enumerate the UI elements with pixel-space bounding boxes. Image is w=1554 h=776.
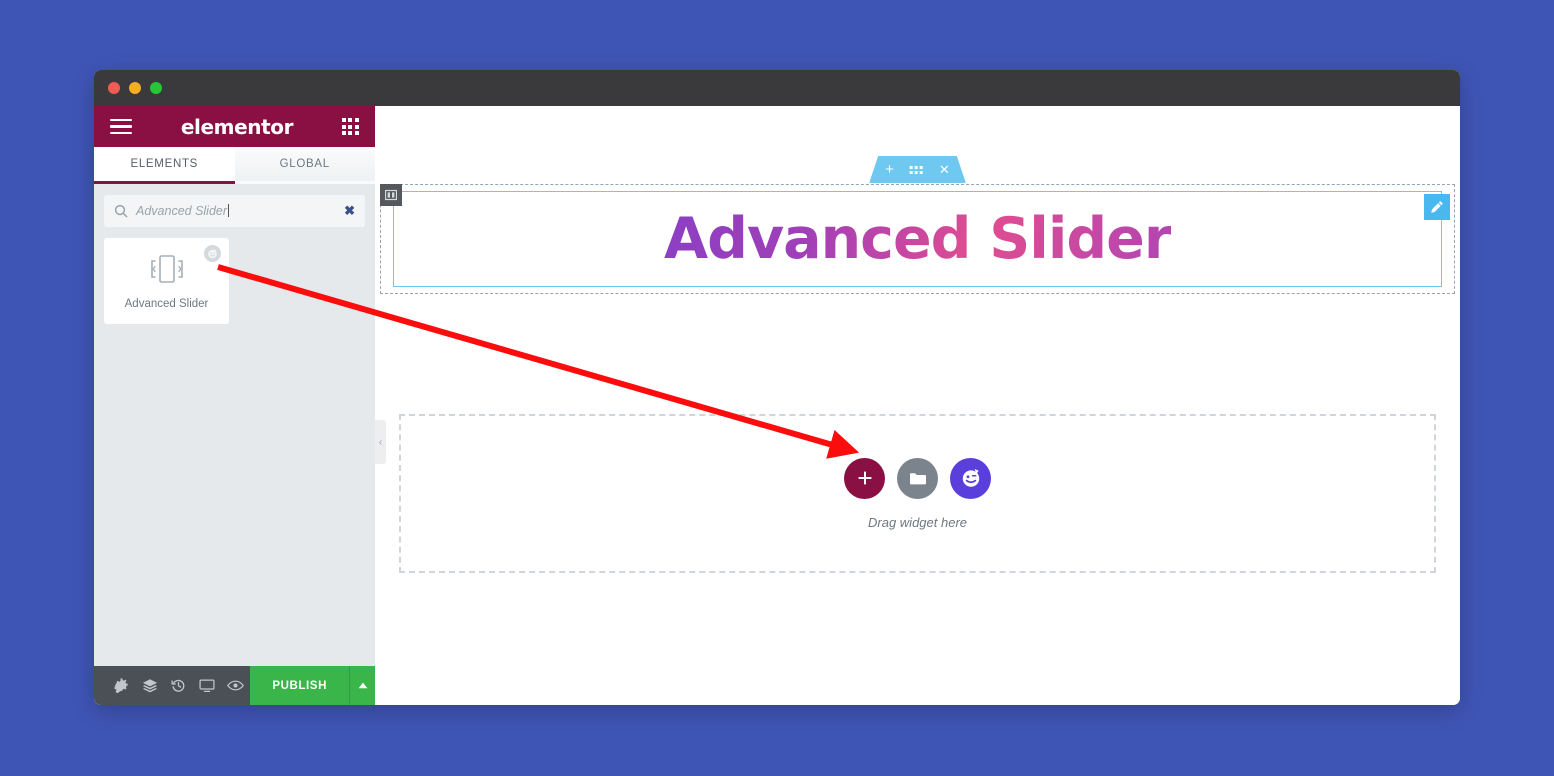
panel-footer: PUBLISH (94, 666, 375, 705)
window-maximize-button[interactable] (150, 82, 162, 94)
add-addon-button[interactable] (950, 457, 991, 499)
search-input[interactable]: Advanced Slider ✖ (104, 195, 365, 227)
preview-eye-icon[interactable] (222, 666, 251, 705)
panel-tabs: ELEMENTS GLOBAL (94, 147, 375, 184)
plus-icon (858, 471, 871, 485)
clear-icon[interactable]: ✖ (344, 203, 355, 219)
panel-header: elementor (94, 106, 375, 147)
add-template-button[interactable] (897, 457, 938, 499)
hamburger-menu-icon[interactable] (110, 118, 132, 135)
panel-content: Advanced Slider ✖ Advanced Slider (94, 184, 375, 666)
emoji-face-icon (962, 468, 979, 487)
slider-widget-icon (145, 253, 189, 290)
drop-area-label: Drag widget here (868, 514, 967, 530)
drag-handle-icon[interactable] (910, 166, 923, 174)
widget-grid: Advanced Slider (104, 238, 365, 324)
elementor-logo: elementor (180, 114, 294, 139)
elementor-panel: elementor ELEMENTS GLOBAL Advanced Slide… (94, 106, 386, 705)
edit-pencil-icon[interactable] (1424, 194, 1450, 220)
publish-button[interactable]: PUBLISH (250, 666, 349, 705)
window-minimize-button[interactable] (129, 82, 141, 94)
publish-group: PUBLISH (250, 666, 375, 705)
editor-section[interactable]: Advanced Slider (380, 184, 1455, 294)
settings-gear-icon[interactable] (107, 666, 136, 705)
plugin-badge-icon (204, 245, 221, 262)
search-icon (114, 204, 128, 218)
editor-column[interactable]: Advanced Slider (393, 191, 1442, 287)
folder-icon (909, 472, 926, 484)
publish-options-button[interactable] (349, 666, 375, 705)
panel-collapse-button[interactable]: ‹ (375, 420, 386, 464)
tab-global[interactable]: GLOBAL (234, 147, 375, 184)
widget-card-label: Advanced Slider (124, 297, 209, 310)
browser-window: elementor ELEMENTS GLOBAL Advanced Slide… (94, 70, 1460, 705)
window-titlebar (94, 70, 1460, 106)
window-close-button[interactable] (108, 82, 120, 94)
column-handle-icon[interactable] (380, 184, 402, 206)
drop-buttons (844, 457, 991, 499)
history-icon[interactable] (164, 666, 193, 705)
close-icon[interactable]: ✕ (939, 162, 950, 178)
section-toolbar[interactable]: + ✕ (869, 156, 966, 183)
add-widget-button[interactable] (844, 457, 885, 499)
window-body: elementor ELEMENTS GLOBAL Advanced Slide… (94, 106, 1460, 705)
apps-grid-icon[interactable] (341, 118, 359, 135)
plus-icon[interactable]: + (885, 161, 894, 178)
editor-canvas: + ✕ Advanced Slider Drag widget here (375, 106, 1460, 705)
search-input-value: Advanced Slider (136, 204, 336, 218)
navigator-layers-icon[interactable] (136, 666, 165, 705)
responsive-mode-icon[interactable] (193, 666, 222, 705)
drop-widget-area[interactable]: Drag widget here (399, 414, 1436, 573)
page-title: Advanced Slider (664, 206, 1172, 272)
tab-elements[interactable]: ELEMENTS (94, 147, 235, 184)
widget-card-advanced-slider[interactable]: Advanced Slider (104, 238, 229, 324)
